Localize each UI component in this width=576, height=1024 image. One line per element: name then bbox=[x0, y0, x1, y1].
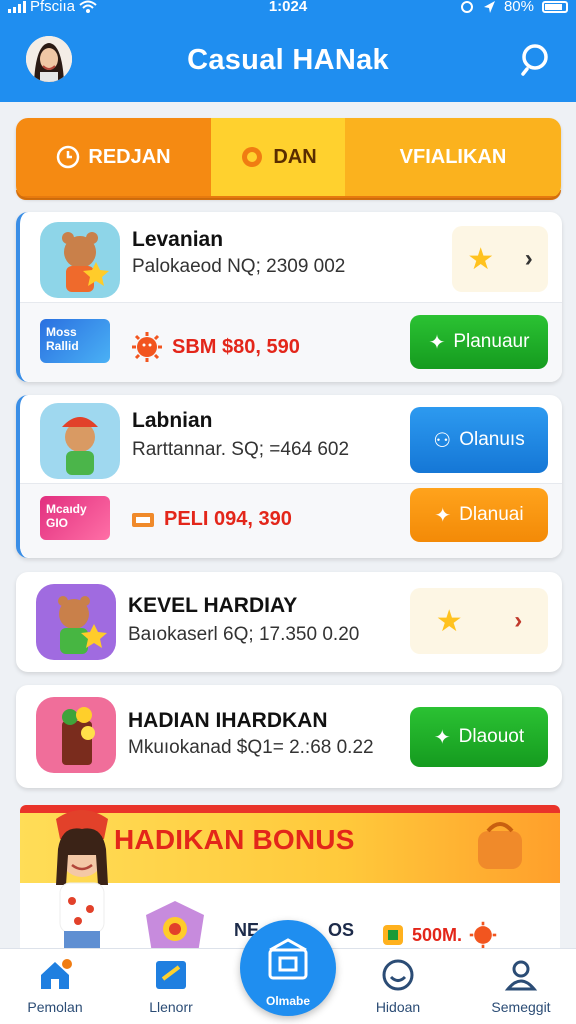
bonus-title: HADIKAN BONUS bbox=[114, 824, 355, 855]
reward-row: Moss Rallid SBM $80, 590 ✦ Planuaur bbox=[20, 303, 562, 382]
search-icon bbox=[521, 44, 548, 76]
chevron-right-icon: › bbox=[514, 607, 523, 634]
game-subtitle: Rarttannar. SQ; =464 602 bbox=[132, 439, 350, 460]
tab-label: VFIALIKAN bbox=[399, 145, 507, 168]
tab-label: DAN bbox=[273, 145, 317, 168]
star-icon: ★ bbox=[435, 604, 463, 638]
game-subtitle: Palokaeod NQ; 2309 002 bbox=[132, 256, 346, 277]
nav-item-home[interactable]: Pemolan bbox=[0, 957, 110, 1015]
nav-label: Semeggit bbox=[491, 999, 551, 1015]
nav-item-news[interactable]: Llenorr bbox=[116, 957, 226, 1015]
profile-icon bbox=[504, 960, 538, 991]
game-icon bbox=[36, 697, 116, 773]
star-icon: ★ bbox=[467, 242, 495, 276]
game-card[interactable]: Levanian Palokaeod NQ; 2309 002 ★ › Moss… bbox=[16, 212, 562, 382]
game-card[interactable]: Labnian Rarttannar. SQ; =464 602 ⚇ Olanu… bbox=[16, 395, 562, 558]
game-name: KEVEL HARDIAY bbox=[128, 594, 298, 617]
game-name: HADIAN IHARDKAN bbox=[128, 709, 328, 732]
link-icon: ⚇ bbox=[433, 429, 452, 452]
tab-redjan[interactable]: REDJAN bbox=[16, 118, 211, 196]
button-label: Dlanuai bbox=[459, 504, 524, 525]
reward-badge: Mcaıdy GIO bbox=[40, 496, 110, 540]
game-card[interactable]: KEVEL HARDIAY Baıokaserl 6Q; 17.350 0.20… bbox=[16, 572, 562, 672]
favorite-button[interactable]: ★ › bbox=[410, 588, 548, 654]
nav-item-profile[interactable]: Semeggit bbox=[466, 957, 576, 1015]
badge-text: Mcaıdy GIO bbox=[46, 502, 87, 530]
play-button[interactable]: ✦ Planuaur bbox=[410, 315, 548, 369]
location-icon bbox=[483, 0, 495, 13]
tab-dan[interactable]: DAN bbox=[211, 118, 345, 196]
smile-icon bbox=[382, 959, 414, 991]
sparkle-icon: ✦ bbox=[428, 331, 446, 354]
nav-item-store[interactable]: Olmabe bbox=[240, 920, 336, 1016]
sun-mascot-icon bbox=[132, 332, 162, 362]
prize-value: SBM $80, 590 bbox=[130, 330, 300, 364]
prize-value: PELI 094, 390 bbox=[130, 508, 292, 531]
sparkle-icon: ✦ bbox=[433, 726, 451, 749]
battery-icon bbox=[542, 0, 568, 13]
reward-badge: Moss Rallid bbox=[40, 319, 110, 363]
app-title: Casual HANak bbox=[187, 44, 389, 76]
bonus-label: OS bbox=[328, 920, 355, 940]
bonus-amount-text: 500M. bbox=[412, 924, 463, 945]
sun-icon bbox=[242, 147, 263, 167]
status-bar: Pfsciıa 1:024 80% bbox=[0, 0, 576, 18]
game-subtitle: Baıokaserl 6Q; 17.350 0.20 bbox=[128, 624, 360, 645]
home-icon bbox=[41, 959, 72, 989]
prize-text: PELI 094, 390 bbox=[164, 508, 292, 530]
button-label: Planuaur bbox=[453, 331, 530, 352]
game-subtitle: Mkuıokanad $Q1= 2.:68 0.22 bbox=[128, 737, 374, 758]
sun-mascot-icon bbox=[469, 921, 497, 949]
app-header: Pfsciıa 1:024 80% Casual HANak bbox=[0, 0, 576, 102]
clock-icon bbox=[57, 145, 80, 169]
prize-text: SBM $80, 590 bbox=[172, 335, 300, 358]
favorite-button[interactable]: ★ › bbox=[452, 226, 548, 292]
gift-bag-icon bbox=[478, 822, 522, 869]
game-icon bbox=[40, 222, 120, 298]
game-icon bbox=[40, 403, 120, 479]
tab-label: REDJAN bbox=[88, 145, 171, 168]
reward-row: Mcaıdy GIO PELI 094, 390 ✦ Dlanuai bbox=[20, 484, 562, 558]
category-tabs: REDJAN DAN VFIALIKAN bbox=[16, 118, 561, 198]
button-label: Olanuıs bbox=[459, 429, 525, 450]
battery-level: 80% bbox=[503, 0, 534, 15]
nav-label: Olmabe bbox=[265, 994, 310, 1008]
ticket-icon bbox=[132, 512, 154, 527]
news-icon bbox=[156, 961, 186, 989]
options-button[interactable]: ⚇ Olanuıs bbox=[410, 407, 548, 473]
store-icon bbox=[268, 938, 308, 980]
nav-label: Llenorr bbox=[149, 999, 193, 1015]
badge-text: Moss Rallid bbox=[46, 325, 79, 353]
ticket-icon bbox=[383, 925, 403, 945]
play-button[interactable]: ✦ Dlaouot bbox=[410, 707, 548, 767]
game-name: Labnian bbox=[132, 409, 213, 432]
button-label: Dlaouot bbox=[458, 726, 525, 747]
nav-item-hidoan[interactable]: Hidoan bbox=[343, 957, 453, 1015]
alarm-icon bbox=[460, 0, 473, 13]
nav-label: Hidoan bbox=[375, 999, 421, 1015]
search-button[interactable] bbox=[518, 42, 554, 78]
bonus-amount: 500M. bbox=[380, 920, 498, 950]
game-icon bbox=[36, 584, 116, 660]
tab-vfialikan[interactable]: VFIALIKAN bbox=[345, 118, 561, 196]
play-button[interactable]: ✦ Dlanuai bbox=[410, 488, 548, 542]
game-name: Levanian bbox=[132, 228, 224, 251]
chevron-right-icon: › bbox=[524, 245, 533, 272]
game-card[interactable]: HADIAN IHARDKAN Mkuıokanad $Q1= 2.:68 0.… bbox=[16, 685, 562, 788]
nav-label: Pemolan bbox=[27, 999, 83, 1015]
sparkle-icon: ✦ bbox=[434, 504, 452, 527]
